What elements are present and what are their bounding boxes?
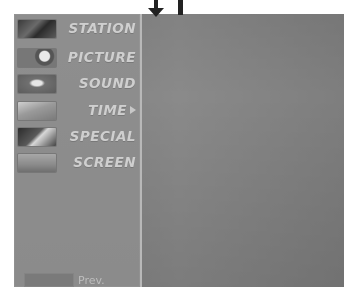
menu-item-label: SCREEN: [73, 155, 136, 171]
prev-button[interactable]: [24, 273, 74, 287]
menu-item-special[interactable]: SPECIAL: [14, 126, 140, 148]
prev-label: Prev.: [78, 274, 105, 287]
menu-item-picture[interactable]: PICTURE: [14, 47, 140, 69]
top-indicators: [146, 0, 192, 18]
menu-item-station[interactable]: STATION: [14, 18, 140, 40]
special-thumbnail-icon: [18, 128, 56, 146]
menu-item-label: PICTURE: [67, 50, 136, 66]
down-arrow-icon: [146, 0, 166, 18]
menu-item-label: SPECIAL: [69, 129, 136, 145]
screen-thumbnail-icon: [18, 154, 56, 172]
menu-item-label: STATION: [68, 21, 136, 37]
station-thumbnail-icon: [18, 20, 56, 38]
menu-item-label: TIME: [88, 103, 136, 119]
menu-item-screen[interactable]: SCREEN: [14, 152, 140, 174]
menu-item-time[interactable]: TIME: [14, 100, 140, 122]
picture-thumbnail-icon: [18, 49, 56, 67]
sound-thumbnail-icon: [18, 75, 56, 93]
menu-item-label: SOUND: [78, 76, 136, 92]
time-thumbnail-icon: [18, 102, 56, 120]
submenu-arrow-icon: [130, 106, 136, 114]
main-menu-panel: STATION PICTURE SOUND TIME SPECIAL SCREE…: [14, 14, 142, 287]
bar-marker-icon: [178, 0, 183, 15]
tv-screen: STATION PICTURE SOUND TIME SPECIAL SCREE…: [14, 14, 344, 287]
menu-item-sound[interactable]: SOUND: [14, 73, 140, 95]
